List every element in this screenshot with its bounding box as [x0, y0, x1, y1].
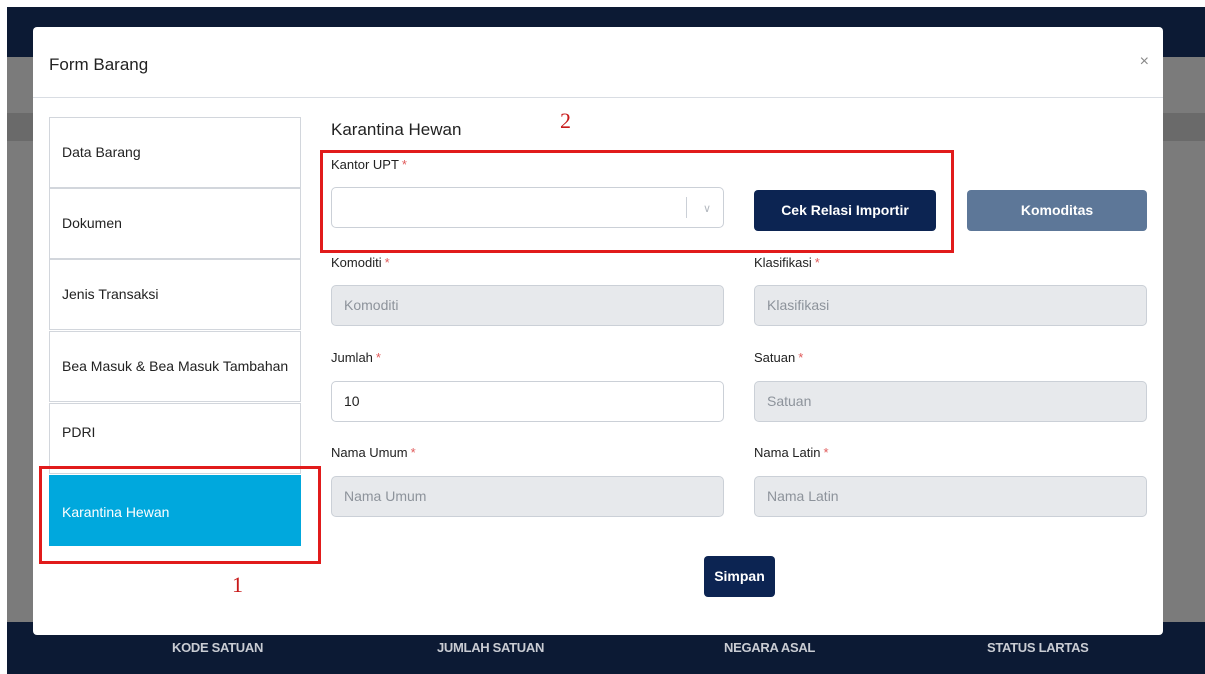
jumlah-field[interactable]: 10 — [331, 381, 724, 422]
klasifikasi-field[interactable]: Klasifikasi — [754, 285, 1147, 326]
required-mark: * — [375, 350, 381, 365]
sidebar-item-bea-masuk[interactable]: Bea Masuk & Bea Masuk Tambahan — [49, 331, 301, 402]
close-icon[interactable]: × — [1140, 53, 1149, 71]
sidebar-item-label: Dokumen — [62, 215, 122, 231]
sidebar-item-jenis-transaksi[interactable]: Jenis Transaksi — [49, 259, 301, 330]
sidebar-item-label: PDRI — [62, 424, 96, 440]
column-header-jumlah-satuan: JUMLAH SATUAN — [437, 640, 545, 655]
komoditi-label: Komoditi * — [331, 255, 390, 270]
required-mark: * — [814, 255, 820, 270]
sidebar-item-label: Data Barang — [62, 144, 141, 160]
sidebar-item-label: Jenis Transaksi — [62, 286, 159, 302]
required-mark: * — [823, 445, 829, 460]
sidebar-item-label: Bea Masuk & Bea Masuk Tambahan — [62, 358, 289, 374]
satuan-field[interactable]: Satuan — [754, 381, 1147, 422]
modal-divider — [33, 97, 1163, 98]
sidebar-item-data-barang[interactable]: Data Barang — [49, 117, 301, 188]
komoditas-button[interactable]: Komoditas — [967, 190, 1147, 231]
annotation-number-2: 2 — [560, 108, 571, 133]
komoditi-field[interactable]: Komoditi — [331, 285, 724, 326]
column-header-kode-satuan: KODE SATUAN — [172, 640, 264, 655]
nama-umum-label: Nama Umum * — [331, 445, 416, 460]
sidebar-item-pdri[interactable]: PDRI — [49, 403, 301, 474]
nama-latin-label: Nama Latin * — [754, 445, 829, 460]
required-mark: * — [410, 445, 416, 460]
sidebar-item-dokumen[interactable]: Dokumen — [49, 188, 301, 259]
annotation-box-2 — [320, 150, 954, 253]
nama-umum-field[interactable]: Nama Umum — [331, 476, 724, 517]
klasifikasi-label: Klasifikasi * — [754, 255, 820, 270]
required-mark: * — [384, 255, 390, 270]
column-header-negara-asal: NEGARA ASAL — [724, 640, 816, 655]
simpan-button[interactable]: Simpan — [704, 556, 775, 597]
section-title: Karantina Hewan — [331, 120, 462, 139]
required-mark: * — [798, 350, 804, 365]
nama-latin-field[interactable]: Nama Latin — [754, 476, 1147, 517]
satuan-label: Satuan * — [754, 350, 804, 365]
annotation-box-1 — [39, 466, 321, 564]
modal-title: Form Barang — [49, 55, 149, 74]
annotation-number-1: 1 — [232, 572, 243, 597]
column-header-status-lartas: STATUS LARTAS — [987, 640, 1089, 655]
jumlah-label: Jumlah * — [331, 350, 381, 365]
